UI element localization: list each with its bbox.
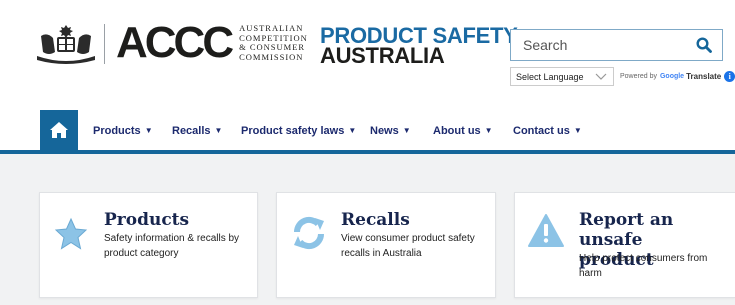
caret-down-icon: ▼ (144, 126, 153, 135)
accc-logo[interactable]: ACCC AUSTRALIAN COMPETITION & CONSUMER C… (116, 18, 308, 68)
report-unsafe-product-card[interactable]: Report an unsafe product Help protect co… (514, 192, 735, 298)
star-icon (54, 217, 88, 250)
site-title[interactable]: PRODUCT SAFETY AUSTRALIA (320, 25, 518, 68)
search-box (510, 29, 723, 61)
main-navigation: Products ▼ Recalls ▼ Product safety laws ▼ … (0, 100, 735, 154)
home-button[interactable] (40, 110, 78, 150)
caret-down-icon: ▼ (402, 126, 411, 135)
nav-item-recalls[interactable]: Recalls ▼ (172, 125, 222, 137)
caret-down-icon: ▼ (573, 126, 582, 135)
caret-down-icon: ▼ (348, 126, 357, 135)
card-description: Help protect consumers from harm (579, 253, 708, 279)
logo-divider (104, 24, 105, 64)
home-icon (50, 122, 68, 138)
language-select-value: Select Language (516, 71, 584, 82)
products-card[interactable]: Products Safety information & recalls by… (39, 192, 258, 298)
warning-icon (528, 214, 564, 247)
accc-logo-subtitle: AUSTRALIAN COMPETITION & CONSUMER COMMIS… (239, 23, 308, 62)
card-description: View consumer product safety recalls in … (341, 233, 475, 259)
card-title: Products (104, 210, 190, 230)
caret-down-icon: ▼ (214, 126, 223, 135)
nav-item-about-us[interactable]: About us ▼ (433, 125, 493, 137)
recalls-card[interactable]: Recalls View consumer product safety rec… (276, 192, 496, 298)
refresh-icon (293, 216, 325, 250)
site-title-line2: AUSTRALIA (320, 43, 445, 68)
coat-of-arms-logo[interactable] (33, 22, 99, 66)
search-input[interactable] (511, 30, 687, 60)
search-icon (696, 37, 712, 53)
powered-by-google-translate: Powered by Google Translate i (620, 71, 735, 82)
caret-down-icon: ▼ (484, 126, 493, 135)
translate-link[interactable]: Translate (686, 72, 721, 81)
nav-item-products[interactable]: Products ▼ (93, 125, 153, 137)
card-title: Recalls (341, 210, 410, 230)
accc-logo-letters: ACCC (116, 18, 234, 67)
nav-item-news[interactable]: News ▼ (370, 125, 411, 137)
info-icon[interactable]: i (724, 71, 735, 82)
google-logo: Google (659, 73, 685, 80)
card-description: Safety information & recalls by product … (104, 233, 240, 259)
site-header: ACCC AUSTRALIAN COMPETITION & CONSUMER C… (0, 0, 735, 100)
nav-item-contact-us[interactable]: Contact us ▼ (513, 125, 582, 137)
search-button[interactable] (686, 30, 722, 60)
nav-item-product-safety-laws[interactable]: Product safety laws ▼ (241, 125, 356, 137)
chevron-down-icon (595, 73, 607, 80)
language-select[interactable]: Select Language (510, 67, 614, 86)
